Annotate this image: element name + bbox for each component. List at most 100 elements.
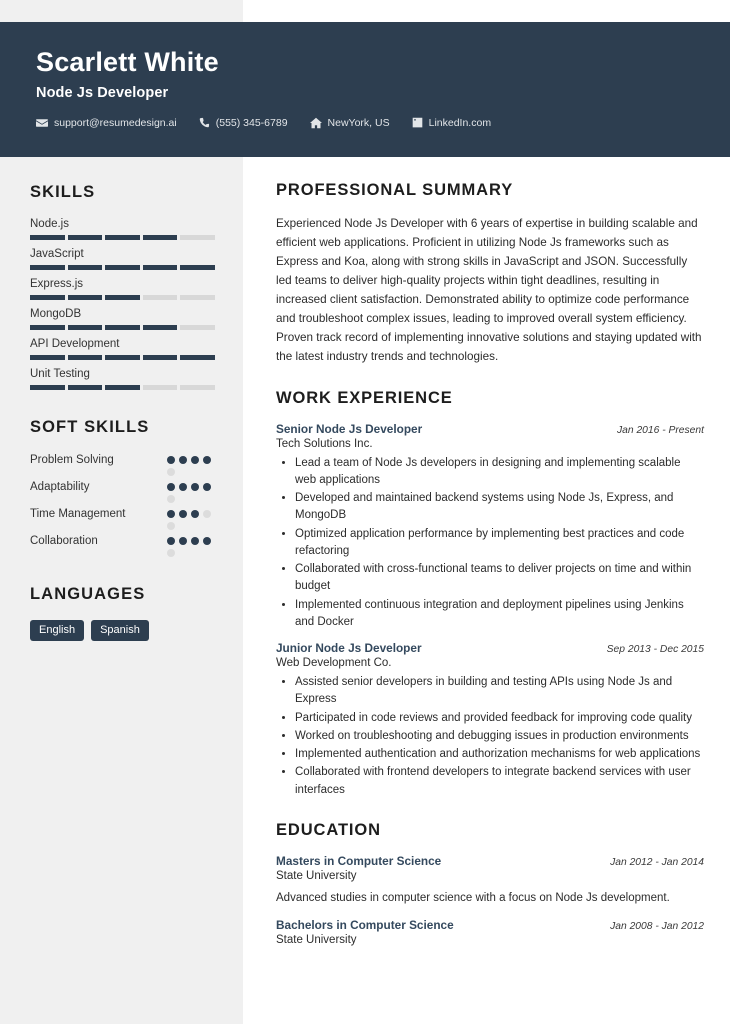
rating-dot — [191, 537, 199, 545]
skill-bar — [30, 385, 215, 390]
skill-bar-segment — [142, 265, 178, 270]
skill-bar-segment — [67, 385, 103, 390]
content-columns: SKILLS Node.js JavaScript Express.js MongoD… — [0, 157, 730, 956]
entry-description: Advanced studies in computer science wit… — [276, 891, 670, 904]
skill-bar-segment — [180, 325, 215, 330]
rating-dot — [203, 483, 211, 491]
resume-entry: Senior Node Js Developer Jan 2016 - Prese… — [276, 422, 704, 632]
skill-bar-segment — [180, 265, 215, 270]
skill-bar-segment — [30, 235, 65, 240]
entry-bullet: Lead a team of Node Js developers in des… — [295, 455, 704, 490]
soft-skill-rating — [167, 453, 215, 476]
soft-skill-label: Time Management — [30, 508, 126, 520]
rating-dot — [203, 456, 211, 464]
contact-item-phone[interactable]: (555) 345-6789 — [199, 117, 288, 129]
contact-item-home[interactable]: NewYork, US — [309, 116, 390, 129]
entry-header: Bachelors in Computer Science Jan 2008 - … — [276, 918, 704, 932]
language-badge[interactable]: Spanish — [91, 620, 149, 641]
entry-organization: State University — [276, 933, 357, 946]
skill-bar-segment — [67, 295, 103, 300]
entry-bullet: Developed and maintained backend systems… — [295, 490, 704, 525]
entry-header: Masters in Computer Science Jan 2012 - Ja… — [276, 854, 704, 868]
skill-bar-segment — [105, 325, 140, 330]
skill-bar-segment — [105, 295, 140, 300]
entry-bullet: Implemented authentication and authoriza… — [295, 746, 704, 763]
skill-bar-segment — [67, 235, 103, 240]
resume-entry: Bachelors in Computer Science Jan 2008 - … — [276, 918, 704, 946]
skill-bar-segment — [180, 385, 215, 390]
rating-dot — [167, 537, 175, 545]
languages-list: English Spanish — [30, 620, 215, 641]
entry-bullet: Implemented continuous integration and d… — [295, 597, 704, 632]
skill-bar — [30, 325, 215, 330]
soft-skill-item: Collaboration — [30, 534, 215, 557]
skill-label: API Development — [30, 338, 120, 350]
skill-bar-segment — [105, 265, 140, 270]
rating-dot — [179, 510, 187, 518]
rating-dot — [203, 510, 211, 518]
skill-bar-segment — [30, 355, 65, 360]
skill-bar-segment — [105, 235, 140, 240]
rating-dot — [167, 495, 175, 503]
entry-organization: Web Development Co. — [276, 657, 392, 669]
soft-skill-rating — [167, 507, 215, 530]
skill-bar-segment — [30, 325, 65, 330]
soft-skill-item: Problem Solving — [30, 453, 215, 476]
education-heading: EDUCATION — [276, 820, 381, 839]
envelope-icon — [36, 117, 48, 129]
entry-title: Junior Node Js Developer — [276, 641, 422, 655]
summary-heading: PROFESSIONAL SUMMARY — [276, 181, 514, 199]
skill-bar-segment — [142, 355, 178, 360]
entry-organization: State University — [276, 869, 357, 882]
skill-item: API Development — [30, 338, 215, 360]
contact-text: (555) 345-6789 — [215, 116, 288, 129]
entry-bullet-list: Lead a team of Node Js developers in des… — [276, 455, 704, 632]
entry-organization: Tech Solutions Inc. — [276, 437, 373, 450]
skill-bar-segment — [30, 385, 65, 390]
soft-skill-label: Collaboration — [30, 535, 98, 547]
candidate-job-title: Node Js Developer — [36, 84, 169, 101]
skill-bar-segment — [180, 295, 215, 300]
skills-list: Node.js JavaScript Express.js MongoDB API De… — [30, 218, 215, 390]
rating-dot — [191, 483, 199, 491]
entry-header: Junior Node Js Developer Sep 2013 - Dec 2… — [276, 641, 704, 655]
entry-bullet: Optimized application performance by imp… — [295, 526, 704, 561]
soft-skill-item: Time Management — [30, 507, 215, 530]
contact-item-linkedin[interactable]: LinkedIn.com — [412, 117, 491, 129]
entry-date: Jan 2008 - Jan 2012 — [610, 920, 704, 932]
entry-bullet: Collaborated with cross-functional teams… — [295, 561, 704, 596]
rating-dot — [167, 522, 175, 530]
skill-label: JavaScript — [30, 248, 84, 260]
skill-bar-segment — [142, 295, 178, 300]
sidebar: SKILLS Node.js JavaScript Express.js MongoD… — [0, 157, 243, 641]
skill-item: Node.js — [30, 218, 215, 240]
linkedin-icon — [412, 117, 423, 128]
summary-text: Experienced Node Js Developer with 6 yea… — [276, 217, 702, 364]
skill-item: JavaScript — [30, 248, 215, 270]
skill-item: Unit Testing — [30, 368, 215, 390]
contact-text: support@resumedesign.ai — [54, 116, 177, 129]
skill-bar-segment — [67, 265, 103, 270]
contact-text: NewYork, US — [327, 116, 390, 129]
skill-label: Node.js — [30, 218, 69, 230]
skill-item: Express.js — [30, 278, 215, 300]
rating-dot — [167, 468, 175, 476]
entry-title: Senior Node Js Developer — [276, 421, 423, 436]
skill-bar — [30, 295, 215, 300]
home-icon — [309, 117, 322, 129]
education-list: Masters in Computer Science Jan 2012 - Ja… — [276, 854, 704, 946]
candidate-name: Scarlett White — [36, 47, 219, 77]
entry-bullet: Participated in code reviews and provide… — [295, 710, 704, 727]
entry-title: Bachelors in Computer Science — [276, 917, 454, 932]
rating-dot — [167, 510, 175, 518]
contact-item-envelope[interactable]: support@resumedesign.ai — [36, 117, 177, 129]
soft-skill-rating — [167, 534, 215, 557]
experience-heading: WORK EXPERIENCE — [276, 388, 453, 407]
entry-date: Jan 2012 - Jan 2014 — [610, 856, 704, 868]
contact-text: LinkedIn.com — [428, 116, 492, 129]
entry-header: Senior Node Js Developer Jan 2016 - Prese… — [276, 422, 704, 436]
skill-bar-segment — [105, 355, 140, 360]
rating-dot — [167, 456, 175, 464]
language-badge[interactable]: English — [30, 620, 85, 641]
soft-skills-list: Problem Solving Adaptability Time Manageme… — [30, 453, 215, 557]
